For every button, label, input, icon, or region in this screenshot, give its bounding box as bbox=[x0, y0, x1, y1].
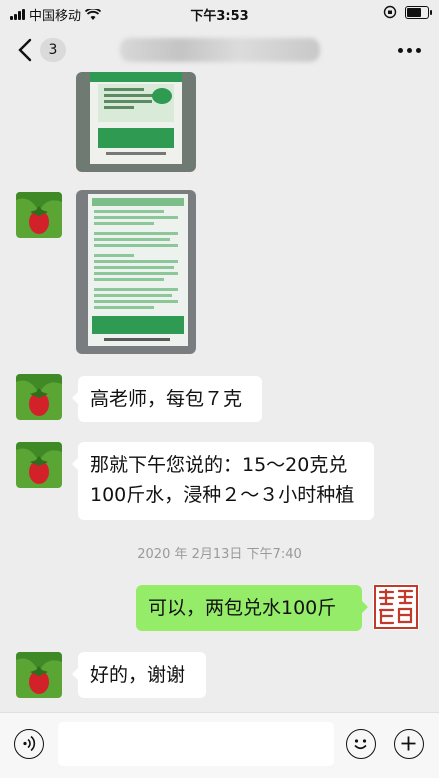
status-bar: 中国移动 下午3:53 bbox=[0, 0, 439, 26]
avatar-strawberry[interactable] bbox=[16, 442, 62, 488]
image-message-package-back[interactable] bbox=[76, 190, 196, 354]
input-bar bbox=[0, 712, 439, 778]
unread-count-badge[interactable]: 3 bbox=[40, 38, 66, 62]
package-front-photo bbox=[76, 72, 196, 172]
more-dots-icon[interactable] bbox=[398, 48, 421, 53]
strawberry-avatar-icon bbox=[16, 374, 62, 420]
chevron-left-icon[interactable] bbox=[14, 36, 38, 64]
chat-header: 3 bbox=[0, 28, 439, 72]
package-back-photo bbox=[76, 190, 196, 354]
chat-timestamp: 2020 年 2月13日 下午7:40 bbox=[137, 547, 302, 562]
battery-icon bbox=[405, 5, 432, 19]
strawberry-avatar-icon bbox=[16, 192, 62, 238]
message-text-line: 100斤水，浸种２～３小时种植 bbox=[90, 484, 355, 506]
avatar-strawberry[interactable] bbox=[16, 374, 62, 420]
message-text-line: 那就下午您说的：15～20克兑 bbox=[90, 454, 348, 476]
seal-avatar-icon bbox=[374, 585, 418, 629]
image-message-package-front[interactable] bbox=[76, 72, 196, 172]
strawberry-avatar-icon bbox=[16, 652, 62, 698]
message-text: 高老师，每包７克 bbox=[90, 388, 243, 410]
message-bubble[interactable]: 那就下午您说的：15～20克兑 100斤水，浸种２～３小时种植 bbox=[72, 442, 374, 520]
own-message-bubble[interactable]: 可以，两包兑水100斤 bbox=[136, 585, 368, 631]
voice-icon[interactable] bbox=[14, 729, 44, 759]
message-text: 好的，谢谢 bbox=[90, 664, 186, 686]
avatar-strawberry[interactable] bbox=[16, 652, 62, 698]
chat-title-blurred bbox=[120, 38, 320, 62]
plus-icon[interactable] bbox=[394, 729, 424, 759]
strawberry-avatar-icon bbox=[16, 442, 62, 488]
emoji-icon[interactable] bbox=[346, 729, 376, 759]
avatar-strawberry[interactable] bbox=[16, 192, 62, 238]
status-time: 下午3:53 bbox=[190, 9, 249, 24]
message-input[interactable] bbox=[58, 722, 334, 766]
own-avatar-seal[interactable] bbox=[373, 584, 419, 630]
message-bubble[interactable]: 高老师，每包７克 bbox=[72, 376, 262, 422]
message-text: 可以，两包兑水100斤 bbox=[148, 597, 337, 619]
rotation-lock-icon bbox=[383, 5, 397, 19]
message-bubble[interactable]: 好的，谢谢 bbox=[72, 652, 206, 698]
